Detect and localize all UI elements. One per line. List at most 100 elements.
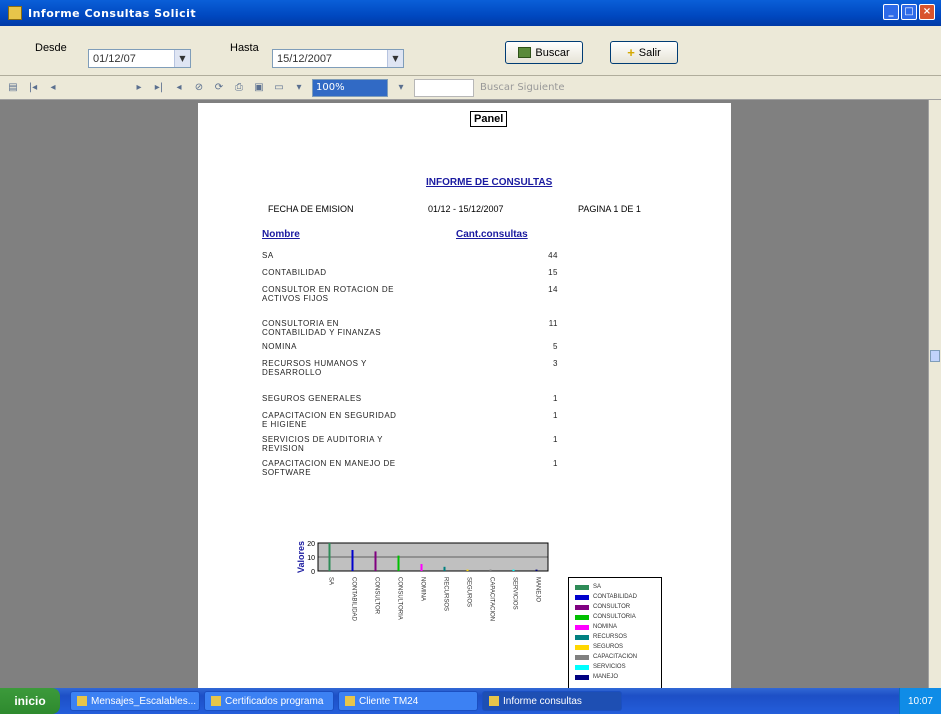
chart-bar bbox=[466, 569, 469, 571]
report-chart: Valores 20 10 0 SA CONTABILIDAD CONSULTOR CONSU… bbox=[296, 541, 549, 622]
chart-bar bbox=[535, 569, 538, 571]
chevron-down-icon[interactable]: ▼ bbox=[174, 50, 190, 67]
page-setup-icon[interactable]: ▭ bbox=[272, 81, 286, 95]
prev-page-icon[interactable]: ◂ bbox=[46, 81, 60, 95]
col-header-name: Nombre bbox=[262, 229, 300, 240]
taskbar-item-label: Certificados programa bbox=[225, 695, 324, 707]
taskbar-item[interactable]: Mensajes_Escalables... bbox=[70, 691, 200, 711]
row-value: 1 bbox=[553, 394, 558, 403]
row-name: CONSULTORIA EN CONTABILIDAD Y FINANZAS bbox=[262, 319, 382, 337]
find-next-label[interactable]: Buscar Siguiente bbox=[480, 82, 564, 93]
next-page-icon[interactable]: ▸ bbox=[132, 81, 146, 95]
x-tick-label: SERVICIOS bbox=[512, 577, 518, 610]
row-name: SEGUROS GENERALES bbox=[262, 394, 362, 403]
window-icon bbox=[345, 696, 355, 706]
taskbar-item-active[interactable]: Informe consultas bbox=[482, 691, 622, 711]
refresh-icon[interactable]: ⟳ bbox=[212, 81, 226, 95]
taskbar: inicio Mensajes_Escalables... Certificad… bbox=[0, 688, 941, 714]
row-value: 11 bbox=[548, 319, 558, 328]
legend-label: CONTABILIDAD bbox=[593, 594, 637, 600]
row-value: 1 bbox=[553, 459, 558, 468]
row-value: 1 bbox=[553, 435, 558, 444]
layout-icon[interactable]: ▣ bbox=[252, 81, 266, 95]
to-date-combo[interactable]: 15/12/2007 ▼ bbox=[272, 49, 404, 68]
x-tick-label: CONTABILIDAD bbox=[351, 577, 357, 622]
vertical-scrollbar[interactable] bbox=[928, 100, 941, 688]
search-button-label: Buscar bbox=[535, 46, 570, 59]
row-value: 5 bbox=[553, 342, 558, 351]
row-name: SA bbox=[262, 251, 274, 260]
chart-bar bbox=[489, 569, 492, 571]
maximize-button[interactable]: □ bbox=[901, 4, 917, 20]
minimize-button[interactable]: _ bbox=[883, 4, 899, 20]
x-tick-label: RECURSOS bbox=[443, 577, 449, 611]
header-right: PAGINA 1 DE 1 bbox=[578, 204, 641, 214]
zoom-select[interactable]: 100% bbox=[312, 78, 388, 97]
from-date-combo[interactable]: 01/12/07 ▼ bbox=[88, 49, 191, 68]
y-tick-label: 20 bbox=[307, 541, 315, 548]
row-value: 15 bbox=[548, 268, 558, 277]
taskbar-item-label: Mensajes_Escalables... bbox=[91, 695, 197, 707]
legend-swatch bbox=[575, 594, 589, 600]
chart-bar bbox=[328, 543, 331, 571]
to-date-value: 15/12/2007 bbox=[277, 52, 333, 65]
to-label: Hasta bbox=[230, 42, 259, 54]
legend-item: SERVICIOS bbox=[575, 662, 657, 672]
system-tray: 10:07 bbox=[898, 688, 941, 714]
report-chip: Panel bbox=[470, 111, 508, 127]
row-name: CONTABILIDAD bbox=[262, 268, 327, 277]
stop-icon[interactable]: ⊘ bbox=[192, 81, 206, 95]
row-name: RECURSOS HUMANOS Y DESARROLLO bbox=[262, 359, 367, 377]
legend-label: CAPACITACION bbox=[593, 654, 638, 660]
export-icon[interactable]: ▤ bbox=[6, 81, 20, 95]
x-tick-label: SEGUROS bbox=[466, 577, 472, 607]
window-titlebar: Informe Consultas Solicit _ □ × bbox=[0, 0, 941, 26]
table-row: CAPACITACION EN SEGURIDAD E HIGIENE 1 bbox=[262, 411, 562, 429]
taskbar-item[interactable]: Certificados programa bbox=[204, 691, 334, 711]
row-name: CAPACITACION EN SEGURIDAD E HIGIENE bbox=[262, 411, 397, 429]
legend-swatch bbox=[575, 624, 589, 630]
legend-item: SA bbox=[575, 582, 657, 592]
search-button[interactable]: Buscar bbox=[505, 41, 583, 64]
start-button[interactable]: inicio bbox=[0, 688, 60, 714]
chevron-down-icon[interactable]: ▾ bbox=[394, 81, 408, 95]
chart-bar bbox=[512, 569, 515, 571]
window-icon bbox=[489, 696, 499, 706]
table-row: RECURSOS HUMANOS Y DESARROLLO 3 bbox=[262, 359, 562, 377]
legend-swatch bbox=[575, 674, 589, 680]
export-save-icon[interactable]: ▾ bbox=[292, 81, 306, 95]
page-indicator bbox=[66, 81, 126, 95]
legend-label: SA bbox=[593, 584, 602, 590]
report-page: Panel INFORME DE CONSULTAS FECHA DE EMIS… bbox=[198, 103, 731, 688]
row-name: NOMINA bbox=[262, 342, 297, 351]
row-name: CAPACITACION EN MANEJO DE SOFTWARE bbox=[262, 459, 396, 477]
legend-label: SEGUROS bbox=[593, 644, 624, 650]
exit-button[interactable]: + Salir bbox=[610, 41, 678, 64]
scrollbar-thumb[interactable] bbox=[930, 350, 940, 362]
report-toolbar: ▤ |◂ ◂ ▸ ▸| ◂ ⊘ ⟳ ⎙ ▣ ▭ ▾ 100% ▾ Buscar … bbox=[0, 76, 941, 100]
legend-label: NOMINA bbox=[593, 624, 617, 630]
legend-swatch bbox=[575, 634, 589, 640]
first-page-icon[interactable]: |◂ bbox=[26, 81, 40, 95]
legend-swatch bbox=[575, 614, 589, 620]
y-axis-label: Valores bbox=[296, 541, 306, 573]
print-icon[interactable]: ⎙ bbox=[232, 81, 246, 95]
legend-label: CONSULTORIA bbox=[593, 614, 636, 620]
x-tick-label: CONSULTORIA bbox=[397, 577, 403, 620]
chevron-down-icon[interactable]: ▼ bbox=[387, 50, 403, 67]
taskbar-item[interactable]: Cliente TM24 bbox=[338, 691, 478, 711]
legend-item: CONSULTOR bbox=[575, 602, 657, 612]
window-controls: _ □ × bbox=[883, 4, 935, 20]
back-icon[interactable]: ◂ bbox=[172, 81, 186, 95]
legend-label: MANEJO bbox=[593, 674, 619, 680]
close-button[interactable]: × bbox=[919, 4, 935, 20]
x-tick-label: SA bbox=[328, 577, 334, 585]
find-input[interactable] bbox=[414, 78, 474, 97]
legend-swatch bbox=[575, 604, 589, 610]
legend-item: CONSULTORIA bbox=[575, 612, 657, 622]
last-page-icon[interactable]: ▸| bbox=[152, 81, 166, 95]
from-date-value: 01/12/07 bbox=[93, 52, 136, 65]
filter-bar: Desde 01/12/07 ▼ Hasta 15/12/2007 ▼ Busc… bbox=[0, 26, 941, 76]
chart-legend: SA CONTABILIDAD CONSULTOR CONSULTORIA NOMINA… bbox=[568, 577, 662, 688]
legend-swatch bbox=[575, 664, 589, 670]
